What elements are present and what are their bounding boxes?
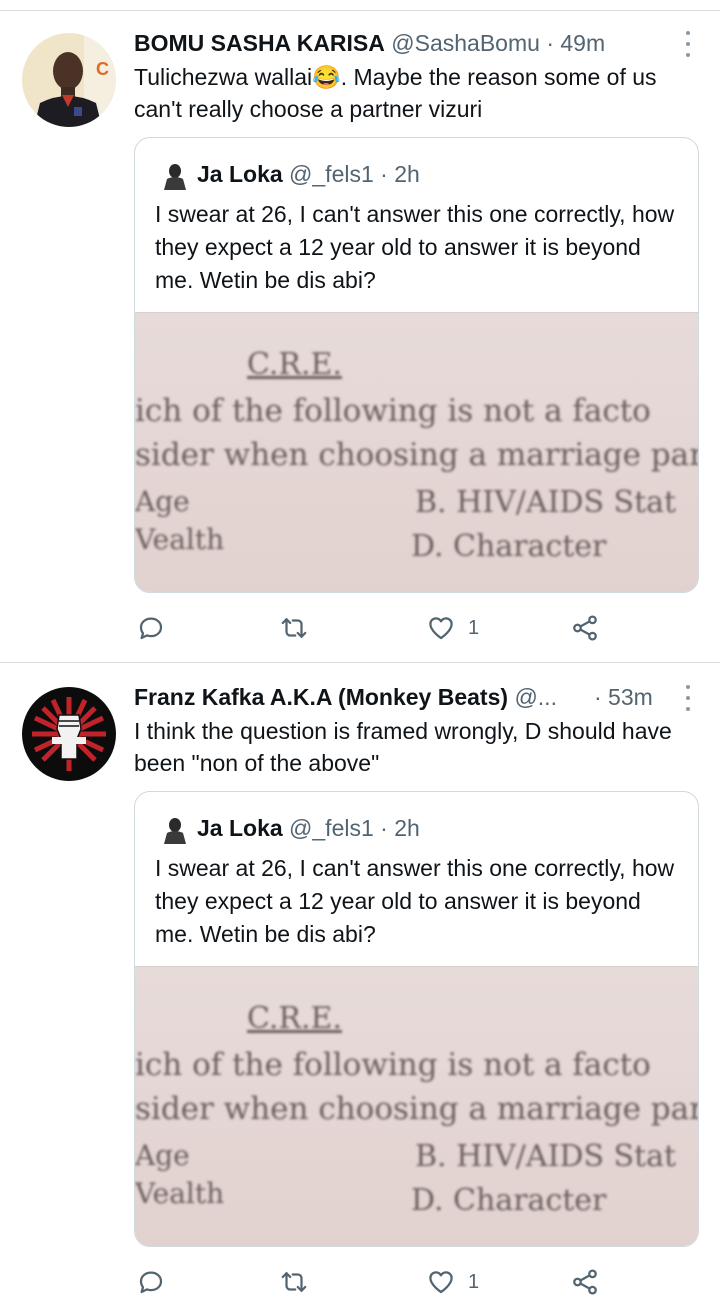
tweet-actions: 1 — [134, 1266, 604, 1298]
image-text-option: B. HIV/AIDS Stat — [415, 485, 677, 520]
quote-text: I swear at 26, I can't answer this one c… — [155, 201, 675, 293]
share-icon — [573, 1269, 597, 1295]
tweet-time[interactable]: · 49m — [546, 30, 605, 56]
like-button[interactable]: 1 — [426, 612, 479, 644]
quote-time: · 2h — [380, 161, 420, 187]
reply-button[interactable] — [136, 1266, 166, 1298]
like-count: 1 — [468, 1270, 480, 1293]
tweet-header: Franz Kafka A.K.A (Monkey Beats) @... — [134, 683, 648, 711]
avatar[interactable]: C — [22, 33, 116, 127]
more-icon[interactable] — [684, 31, 692, 57]
share-button[interactable] — [570, 612, 600, 644]
quote-author-handle: @_fels1 — [289, 815, 374, 841]
author-name[interactable]: BOMU SASHA KARISA — [134, 30, 385, 56]
share-icon — [573, 615, 597, 641]
quote-text: I swear at 26, I can't answer this one c… — [155, 855, 675, 947]
image-text-line: ich of the following is not a facto — [135, 1047, 651, 1083]
tweet-time-wrap: · 53m — [594, 683, 664, 711]
retweet-icon — [281, 618, 307, 638]
image-text-line: sider when choosing a marriage partr — [135, 1091, 698, 1127]
like-icon — [429, 617, 453, 640]
image-text-line: sider when choosing a marriage partr — [135, 437, 698, 473]
tweet-time[interactable]: · 53m — [594, 684, 653, 710]
svg-text:C: C — [96, 59, 109, 79]
image-text-option: Age — [135, 1139, 190, 1172]
tweet-text: I think the question is framed wrongly, … — [134, 718, 672, 776]
author-handle[interactable]: @... — [514, 684, 557, 710]
top-divider — [0, 10, 720, 11]
tweet-header: BOMU SASHA KARISA @SashaBomu · 49m — [134, 29, 680, 57]
quote-image[interactable]: C.R.E. ich of the following is not a fac… — [135, 966, 698, 1246]
quote-avatar — [161, 161, 189, 190]
like-icon — [429, 1271, 453, 1294]
quote-tweet[interactable]: Ja Loka @_fels1 · 2h I swear at 26, I ca… — [134, 791, 699, 1247]
quote-header: Ja Loka @_fels1 · 2h — [161, 160, 420, 190]
image-text-option: Vealth — [135, 1177, 225, 1210]
more-icon[interactable] — [684, 685, 692, 711]
quote-time: · 2h — [380, 815, 420, 841]
tweet-actions: 1 — [134, 612, 604, 644]
reply-icon — [139, 617, 163, 640]
author-name[interactable]: Franz Kafka A.K.A (Monkey Beats) — [134, 684, 508, 710]
retweet-button[interactable] — [279, 612, 309, 644]
quote-avatar — [161, 815, 189, 844]
image-text-option: D. Character — [411, 529, 607, 564]
image-text-option: D. Character — [411, 1183, 607, 1218]
quote-author-handle: @_fels1 — [289, 161, 374, 187]
author-handle[interactable]: @SashaBomu — [391, 30, 540, 56]
like-button[interactable]: 1 — [426, 1266, 479, 1298]
quote-image[interactable]: C.R.E. ich of the following is not a fac… — [135, 312, 698, 592]
reply-button[interactable] — [136, 612, 166, 644]
avatar[interactable] — [22, 687, 116, 781]
reply-icon — [139, 1271, 163, 1294]
image-text-option: Vealth — [135, 523, 225, 556]
image-text-option: Age — [135, 485, 190, 518]
image-text-title: C.R.E. — [247, 1001, 342, 1036]
image-text-line: ich of the following is not a facto — [135, 393, 651, 429]
quote-author-name: Ja Loka — [197, 161, 283, 187]
quote-author-name: Ja Loka — [197, 815, 283, 841]
retweet-icon — [281, 1272, 307, 1292]
image-text-option: B. HIV/AIDS Stat — [415, 1139, 677, 1174]
tweet-divider — [0, 662, 720, 663]
retweet-button[interactable] — [279, 1266, 309, 1298]
share-button[interactable] — [570, 1266, 600, 1298]
like-count: 1 — [468, 616, 480, 639]
quote-tweet[interactable]: Ja Loka @_fels1 · 2h I swear at 26, I ca… — [134, 137, 699, 593]
quote-header: Ja Loka @_fels1 · 2h — [161, 814, 420, 844]
image-text-title: C.R.E. — [247, 347, 342, 382]
tweet-text: Tulichezwa wallai😂. Maybe the reason som… — [134, 64, 657, 122]
